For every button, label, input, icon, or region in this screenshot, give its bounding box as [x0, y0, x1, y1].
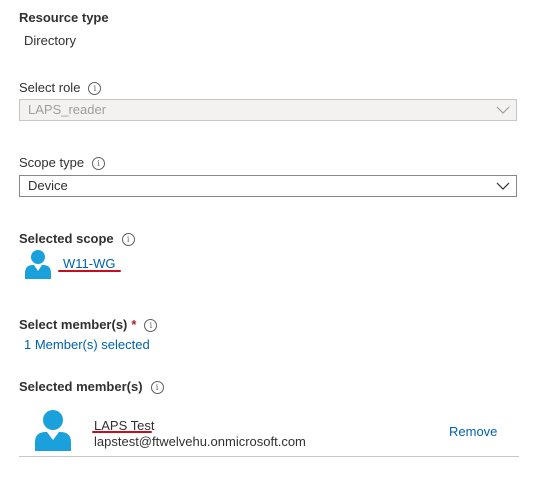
resource-type-value: Directory — [24, 33, 77, 48]
select-role-label: Select role — [19, 80, 81, 95]
required-marker: * — [131, 317, 137, 332]
scope-type-label: Scope type — [19, 155, 85, 170]
info-icon[interactable]: i — [144, 319, 158, 332]
scope-type-value: Device — [28, 178, 68, 193]
user-avatar-icon — [35, 410, 71, 451]
selected-scope-label: Selected scope — [19, 231, 114, 246]
resource-type-label: Resource type — [19, 10, 109, 25]
selected-scope-heading: Selected scope i — [19, 231, 135, 246]
selected-members-label: Selected member(s) — [19, 379, 143, 394]
resource-type-heading: Resource type — [19, 10, 109, 25]
members-selected-link[interactable]: 1 Member(s) selected — [24, 337, 150, 352]
member-email: lapstest@ftwelvehu.onmicrosoft.com — [94, 434, 306, 449]
chevron-down-icon — [496, 182, 510, 190]
info-icon[interactable]: i — [150, 381, 164, 394]
scope-type-dropdown[interactable]: Device — [19, 175, 517, 197]
select-members-heading: Select member(s) * i — [19, 317, 158, 332]
remove-member-button[interactable]: Remove — [449, 424, 497, 439]
role-assignment-panel: Resource type Directory Select role i LAP… — [0, 0, 547, 477]
scope-annotation-underline — [58, 270, 121, 272]
selected-scope-link[interactable]: W11-WG — [63, 256, 115, 271]
member-list-divider — [19, 456, 519, 457]
selected-members-heading: Selected member(s) i — [19, 379, 164, 394]
select-members-label: Select member(s) — [19, 317, 128, 332]
info-icon[interactable]: i — [121, 233, 135, 246]
device-avatar-icon — [25, 250, 51, 279]
member-annotation-underline — [92, 431, 152, 433]
select-role-value: LAPS_reader — [28, 102, 107, 117]
info-icon[interactable]: i — [88, 82, 102, 95]
scope-type-heading: Scope type i — [19, 155, 106, 170]
info-icon[interactable]: i — [92, 157, 106, 170]
select-role-heading: Select role i — [19, 80, 102, 95]
chevron-down-icon — [496, 106, 510, 114]
select-role-dropdown: LAPS_reader — [19, 99, 517, 121]
